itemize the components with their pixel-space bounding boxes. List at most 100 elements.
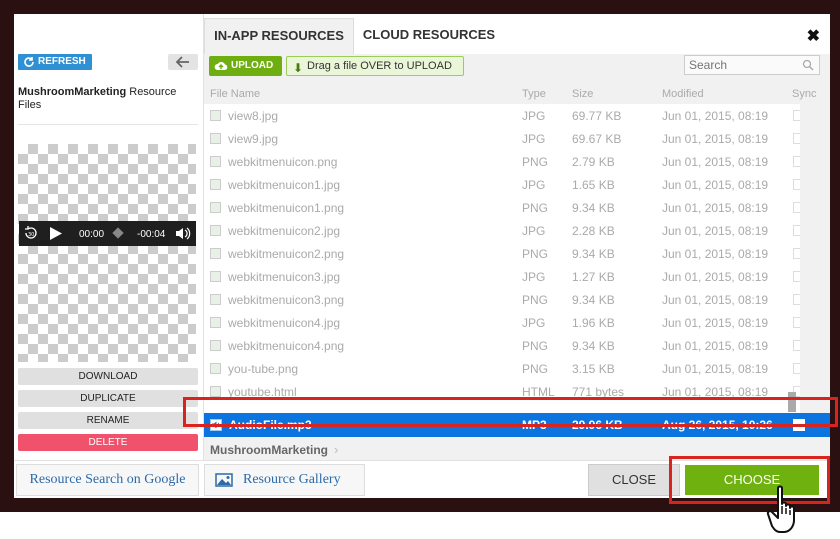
- file-preview: [18, 144, 196, 362]
- file-type: PNG: [522, 339, 549, 353]
- file-name: webkitmenuicon1.jpg: [228, 178, 341, 192]
- column-size[interactable]: Size: [572, 88, 593, 100]
- table-row[interactable]: webkitmenuicon.png PNG 2.79 KB Jun 01, 2015…: [204, 150, 804, 173]
- scrubber-handle[interactable]: [112, 227, 124, 239]
- column-file-name[interactable]: File Name: [210, 88, 260, 100]
- table-row[interactable]: webkitmenuicon2.jpg JPG 2.28 KB Jun 01, 201…: [204, 219, 804, 242]
- hand-pointer-icon: [766, 485, 795, 533]
- file-name: webkitmenuicon2.png: [228, 247, 345, 261]
- file-browser: UPLOAD ⬇ Drag a file OVER to UPLOAD File…: [204, 54, 830, 464]
- volume-icon[interactable]: [175, 226, 191, 241]
- column-modified[interactable]: Modified: [662, 88, 704, 100]
- table-row[interactable]: webkitmenuicon1.png PNG 9.34 KB Jun 01, 201…: [204, 196, 804, 219]
- file-modified: Jun 01, 2015, 08:19: [662, 385, 769, 399]
- table-row[interactable]: view8.jpg JPG 69.77 KB Jun 01, 2015, 08:19: [204, 104, 804, 127]
- selected-file-name: AudioFile.mp3: [229, 418, 312, 432]
- close-dialog-icon[interactable]: ✖: [807, 26, 820, 46]
- file-name: webkitmenuicon.png: [228, 155, 338, 169]
- file-size: 1.27 KB: [572, 270, 615, 284]
- gallery-image-icon: [215, 473, 233, 487]
- selected-file-type: MP3: [522, 418, 547, 432]
- scrollbar-thumb[interactable]: [788, 392, 796, 412]
- file-name: webkitmenuicon3.jpg: [228, 270, 341, 284]
- file-size: 9.34 KB: [572, 201, 615, 215]
- table-row[interactable]: webkitmenuicon4.png PNG 9.34 KB Jun 01, 201…: [204, 334, 804, 357]
- gallery-label: Resource Gallery: [243, 472, 341, 487]
- table-row[interactable]: view9.jpg JPG 69.67 KB Jun 01, 2015, 08:19: [204, 127, 804, 150]
- delete-button[interactable]: DELETE: [18, 434, 198, 451]
- resource-search-google-button[interactable]: Resource Search on Google: [16, 464, 199, 496]
- file-icon: [210, 248, 221, 259]
- play-icon[interactable]: [49, 226, 63, 241]
- file-toolbar: UPLOAD ⬇ Drag a file OVER to UPLOAD: [204, 54, 830, 84]
- file-type: JPG: [522, 270, 546, 284]
- table-row[interactable]: webkitmenuicon2.png PNG 9.34 KB Jun 01, 201…: [204, 242, 804, 265]
- replay-30-icon[interactable]: 30: [23, 225, 39, 241]
- audio-player: 30 00:00 -00:04: [19, 221, 196, 246]
- file-size: 771 bytes: [572, 385, 625, 399]
- upload-button[interactable]: UPLOAD: [209, 56, 282, 76]
- selected-sync-checkbox[interactable]: [793, 419, 805, 431]
- file-modified: Jun 01, 2015, 08:19: [662, 362, 769, 376]
- refresh-icon: [24, 57, 34, 67]
- upload-label: UPLOAD: [231, 60, 274, 71]
- file-type: HTML: [522, 385, 555, 399]
- file-modified: Jun 01, 2015, 08:19: [662, 224, 769, 238]
- resource-gallery-button[interactable]: Resource Gallery: [204, 464, 365, 496]
- file-modified: Jun 01, 2015, 08:19: [662, 316, 769, 330]
- file-icon: [210, 340, 221, 351]
- file-list-header: File Name Type Size Modified Sync: [204, 84, 830, 104]
- duplicate-button[interactable]: DUPLICATE: [18, 390, 198, 407]
- dialog-footer: Resource Search on Google Resource Galle…: [14, 460, 830, 498]
- remaining-time: -00:04: [137, 229, 166, 240]
- file-name: view9.jpg: [228, 132, 279, 146]
- search-icon[interactable]: [802, 59, 814, 71]
- file-type: PNG: [522, 247, 549, 261]
- svg-text:30: 30: [28, 232, 34, 238]
- file-modified: Jun 01, 2015, 08:19: [662, 178, 769, 192]
- search-input[interactable]: [684, 55, 820, 75]
- current-time: 00:00: [79, 229, 105, 240]
- scrollbar-track[interactable]: [800, 104, 830, 419]
- file-type: JPG: [522, 132, 546, 146]
- resource-tabs: IN-APP RESOURCES CLOUD RESOURCES ✖: [204, 18, 830, 54]
- column-sync[interactable]: Sync: [792, 88, 816, 100]
- file-size: 2.79 KB: [572, 155, 615, 169]
- table-row[interactable]: webkitmenuicon3.png PNG 9.34 KB Jun 01, 201…: [204, 288, 804, 311]
- file-icon: [210, 110, 221, 121]
- file-modified: Jun 01, 2015, 08:19: [662, 339, 769, 353]
- file-name: view8.jpg: [228, 109, 279, 123]
- close-button[interactable]: CLOSE: [588, 464, 680, 496]
- file-modified: Jun 01, 2015, 08:19: [662, 293, 769, 307]
- resource-sidebar: REFRESH MushroomMarketing Resource Files…: [14, 14, 204, 464]
- file-modified: Jun 01, 2015, 08:19: [662, 132, 769, 146]
- drag-upload-hint: ⬇ Drag a file OVER to UPLOAD: [286, 56, 464, 76]
- file-name: webkitmenuicon4.jpg: [228, 316, 341, 330]
- download-button[interactable]: DOWNLOAD: [18, 368, 198, 385]
- table-row[interactable]: webkitmenuicon3.jpg JPG 1.27 KB Jun 01, 201…: [204, 265, 804, 288]
- table-row[interactable]: you-tube.png PNG 3.15 KB Jun 01, 2015, 08:1…: [204, 357, 804, 380]
- file-modified: Jun 01, 2015, 08:19: [662, 247, 769, 261]
- rename-button[interactable]: RENAME: [18, 412, 198, 429]
- table-row[interactable]: webkitmenuicon1.jpg JPG 1.65 KB Jun 01, 201…: [204, 173, 804, 196]
- tab-in-app-resources[interactable]: IN-APP RESOURCES: [204, 18, 354, 54]
- file-icon: [210, 363, 221, 374]
- refresh-button[interactable]: REFRESH: [18, 54, 92, 70]
- table-row[interactable]: youtube.html HTML 771 bytes Jun 01, 2015, 0…: [204, 380, 804, 403]
- breadcrumb[interactable]: MushroomMarketing: [210, 443, 328, 457]
- selected-file-row[interactable]: AudioFile.mp3 MP3 29.96 KB Aug 26, 2015,…: [204, 413, 830, 437]
- column-type[interactable]: Type: [522, 88, 546, 100]
- file-name: you-tube.png: [228, 362, 299, 376]
- file-type: JPG: [522, 109, 546, 123]
- back-button[interactable]: [168, 54, 198, 70]
- file-type: PNG: [522, 293, 549, 307]
- table-row[interactable]: webkitmenuicon4.jpg JPG 1.96 KB Jun 01, 201…: [204, 311, 804, 334]
- audio-file-icon: [210, 419, 222, 431]
- file-icon: [210, 271, 221, 282]
- file-size: 9.34 KB: [572, 247, 615, 261]
- file-icon: [210, 225, 221, 236]
- file-type: JPG: [522, 224, 546, 238]
- file-modified: Jun 01, 2015, 08:19: [662, 201, 769, 215]
- file-name: webkitmenuicon4.png: [228, 339, 345, 353]
- tab-cloud-resources[interactable]: CLOUD RESOURCES: [354, 18, 504, 54]
